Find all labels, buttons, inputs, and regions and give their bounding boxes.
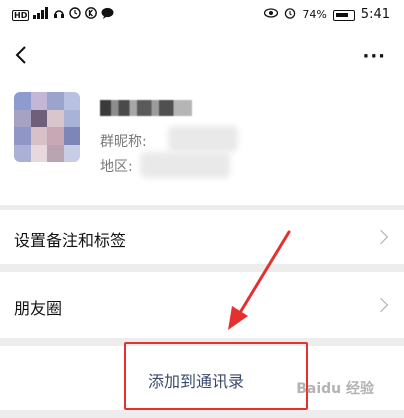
watermark: Baidu 经验 [296,381,374,397]
bottom-strip [0,410,404,418]
annotation-arrow-icon [228,230,291,330]
